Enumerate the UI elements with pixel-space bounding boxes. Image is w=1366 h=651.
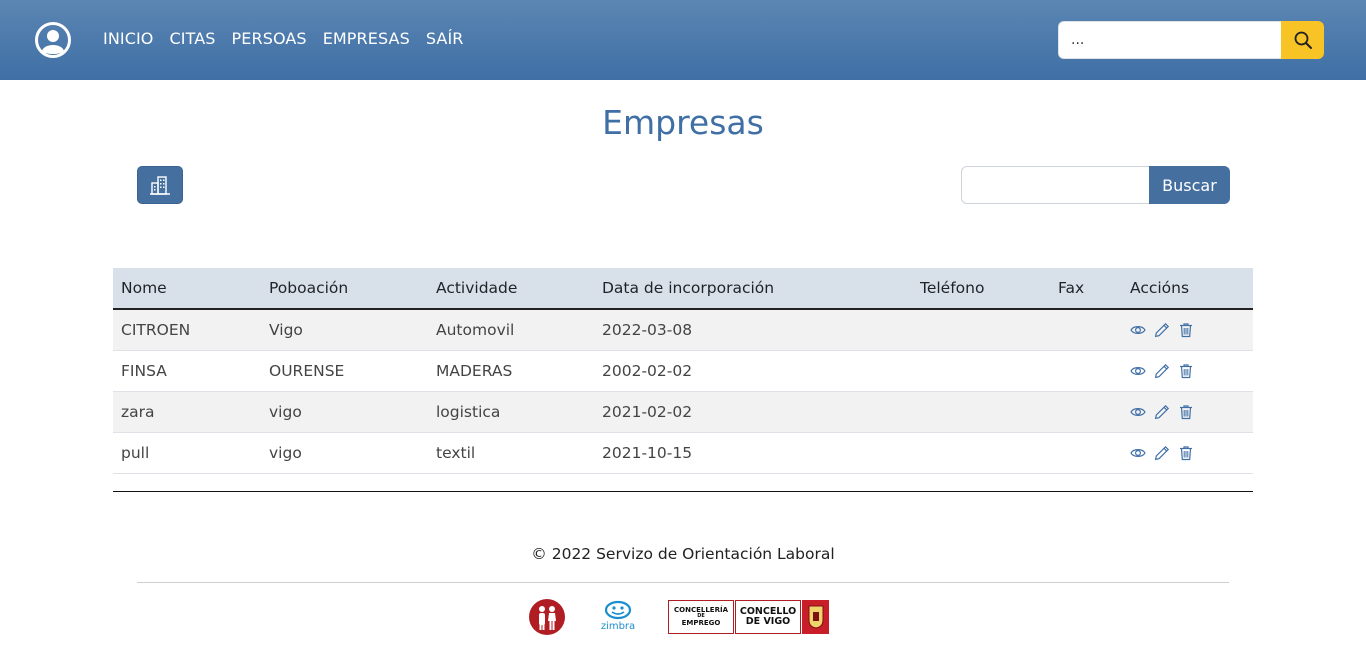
nav-empresas[interactable]: EMPRESAS <box>323 29 410 48</box>
col-header-nome[interactable]: Nome <box>113 268 261 310</box>
building-icon <box>150 176 170 195</box>
cell-telefono <box>912 391 1050 433</box>
table-header-row: Nome Poboación Actividade Data de incorp… <box>113 268 1253 310</box>
companies-table: Nome Poboación Actividade Data de incorp… <box>113 268 1253 474</box>
cell-data: 2021-02-02 <box>594 391 912 433</box>
table-row: pull vigo textil 2021-10-15 <box>113 432 1253 474</box>
cell-poboacion: OURENSE <box>261 350 428 392</box>
vigo-coat-of-arms-icon <box>802 600 829 634</box>
cell-fax <box>1050 391 1122 433</box>
people-icon <box>539 606 556 630</box>
cell-actions <box>1122 350 1253 392</box>
cell-telefono <box>912 309 1050 351</box>
company-search-input[interactable] <box>961 166 1149 204</box>
top-navbar: INICIO CITAS PERSOAS EMPRESAS SAÍR <box>0 0 1366 80</box>
footer-copyright: © 2022 Servizo de Orientación Laboral <box>531 545 835 563</box>
zimbra-logo-text: zimbra <box>600 621 636 632</box>
cell-fax <box>1050 350 1122 392</box>
table-row: FINSA OURENSE MADERAS 2002-02-02 <box>113 350 1253 392</box>
cell-nome: FINSA <box>113 350 261 392</box>
eye-icon[interactable] <box>1130 363 1146 379</box>
add-company-button[interactable] <box>137 166 183 204</box>
cell-nome: zara <box>113 391 261 433</box>
eye-icon[interactable] <box>1130 322 1146 338</box>
cell-telefono <box>912 432 1050 474</box>
cell-nome: CITROEN <box>113 309 261 351</box>
nav-persoas[interactable]: PERSOAS <box>232 29 307 48</box>
global-search-button[interactable] <box>1281 21 1324 59</box>
concello-line2: DE VIGO <box>745 616 791 627</box>
concelleria-line3: EMPREGO <box>681 618 721 627</box>
table-bottom-rule <box>113 491 1253 492</box>
company-search-form: Buscar <box>961 166 1230 204</box>
pencil-icon[interactable] <box>1154 445 1170 461</box>
concelleria-emprego-logo: CONCELLERÍA DE EMPREGO <box>668 600 734 634</box>
cell-actividade: Automovil <box>428 309 594 351</box>
pencil-icon[interactable] <box>1154 363 1170 379</box>
user-account-icon[interactable] <box>35 22 71 58</box>
cell-nome: pull <box>113 432 261 474</box>
col-header-fax[interactable]: Fax <box>1050 268 1122 310</box>
search-icon <box>1294 31 1312 49</box>
cell-data: 2002-02-02 <box>594 350 912 392</box>
trash-icon[interactable] <box>1178 363 1194 379</box>
trash-icon[interactable] <box>1178 445 1194 461</box>
table-row: CITROEN Vigo Automovil 2022-03-08 <box>113 309 1253 351</box>
cell-fax <box>1050 432 1122 474</box>
search-button[interactable]: Buscar <box>1149 166 1230 204</box>
cell-actions <box>1122 391 1253 433</box>
col-header-telefono[interactable]: Teléfono <box>912 268 1050 310</box>
col-header-actividade[interactable]: Actividade <box>428 268 594 310</box>
col-header-accions: Accións <box>1122 268 1253 310</box>
cell-telefono <box>912 350 1050 392</box>
col-header-poboacion[interactable]: Poboación <box>261 268 428 310</box>
cell-poboacion: vigo <box>261 432 428 474</box>
concello-vigo-logo: CONCELLO DE VIGO <box>735 600 801 634</box>
cell-actividade: textil <box>428 432 594 474</box>
nav-citas[interactable]: CITAS <box>170 29 216 48</box>
cell-data: 2022-03-08 <box>594 309 912 351</box>
trash-icon[interactable] <box>1178 404 1194 420</box>
cell-poboacion: vigo <box>261 391 428 433</box>
nav-sair[interactable]: SAÍR <box>426 29 464 48</box>
nav-inicio[interactable]: INICIO <box>103 29 154 48</box>
cell-data: 2021-10-15 <box>594 432 912 474</box>
pencil-icon[interactable] <box>1154 404 1170 420</box>
global-search <box>1058 21 1324 59</box>
page-title: Empresas <box>602 103 764 142</box>
cell-actions <box>1122 432 1253 474</box>
eye-icon[interactable] <box>1130 404 1146 420</box>
eye-icon[interactable] <box>1130 445 1146 461</box>
trash-icon[interactable] <box>1178 322 1194 338</box>
pencil-icon[interactable] <box>1154 322 1170 338</box>
footer-divider <box>137 582 1229 583</box>
table-row: zara vigo logistica 2021-02-02 <box>113 391 1253 433</box>
cell-actions <box>1122 309 1253 351</box>
cell-poboacion: Vigo <box>261 309 428 351</box>
main-nav: INICIO CITAS PERSOAS EMPRESAS SAÍR <box>103 29 479 48</box>
cell-fax <box>1050 309 1122 351</box>
col-header-data[interactable]: Data de incorporación <box>594 268 912 310</box>
cell-actividade: MADERAS <box>428 350 594 392</box>
cell-actividade: logistica <box>428 391 594 433</box>
global-search-input[interactable] <box>1058 21 1281 59</box>
orientation-service-logo <box>529 599 565 635</box>
